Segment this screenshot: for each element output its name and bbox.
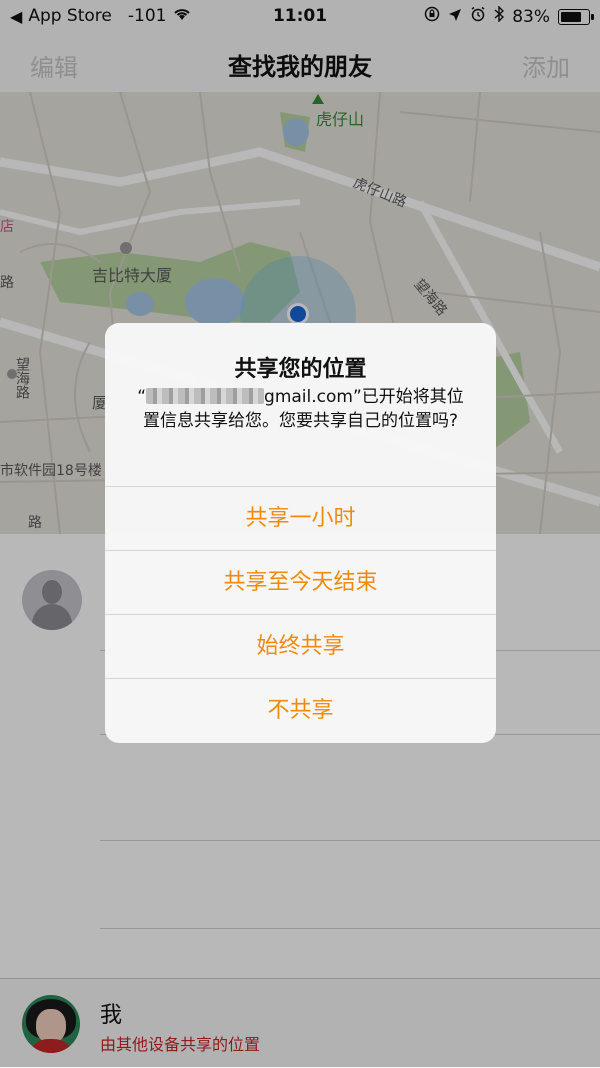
dont-share-button[interactable]: 不共享 xyxy=(105,678,496,743)
share-end-of-day-button[interactable]: 共享至今天结束 xyxy=(105,550,496,615)
redacted-email xyxy=(146,388,265,404)
alert-message: “gmail.com”已开始将其位置信息共享给您。您要共享自己的位置吗? xyxy=(135,385,466,433)
alert-title: 共享您的位置 xyxy=(234,357,367,382)
share-location-alert: 共享您的位置 “gmail.com”已开始将其位置信息共享给您。您要共享自己的位… xyxy=(105,323,496,743)
alert-message-prefix: “ xyxy=(137,387,147,407)
share-always-button[interactable]: 始终共享 xyxy=(105,614,496,679)
share-one-hour-button[interactable]: 共享一小时 xyxy=(105,486,496,551)
